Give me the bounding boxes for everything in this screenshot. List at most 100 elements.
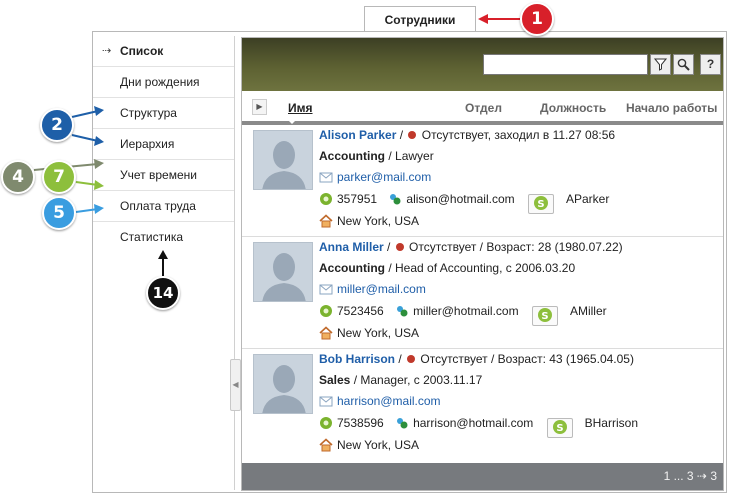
messenger-icon: [390, 194, 401, 205]
employee-location: New York, USA: [337, 214, 420, 228]
avatar: [253, 130, 313, 190]
envelope-icon: [319, 284, 333, 295]
employee-messenger: alison@hotmail.com: [406, 192, 515, 206]
phone-gear-icon: [320, 193, 332, 205]
sidebar-item-hierarchy[interactable]: Иерархия: [93, 129, 234, 160]
sidebar-item-birthdays[interactable]: Дни рождения: [93, 67, 234, 98]
employee-title-line: Bob Harrison / Отсутствует / Возраст: 43…: [319, 352, 634, 366]
table-header: ▶ Имя Отдел Должность Начало работы: [242, 91, 723, 125]
filter-button[interactable]: [650, 54, 671, 75]
employee-name-link[interactable]: Alison Parker: [319, 128, 396, 142]
employee-role-line: Sales / Manager, с 2003.11.17: [319, 373, 482, 387]
skype-button[interactable]: S: [546, 418, 573, 438]
messenger-icon: [397, 418, 408, 429]
employee-email-line: parker@mail.com: [319, 170, 431, 184]
person-silhouette-icon: [262, 141, 306, 189]
callout-number: 14: [152, 284, 174, 302]
person-silhouette-icon: [262, 253, 306, 301]
sidebar-item-label: Оплата труда: [120, 199, 196, 213]
messenger-icon: [397, 306, 408, 317]
employee-position: Head of Accounting, с 2006.03.20: [395, 261, 576, 275]
employee-rows: Alison Parker / Отсутствует, заходил в 1…: [242, 125, 723, 461]
envelope-icon: [319, 396, 333, 407]
column-header-department[interactable]: Отдел: [465, 101, 502, 115]
help-button[interactable]: ?: [700, 54, 721, 75]
column-header-name[interactable]: Имя: [288, 101, 313, 115]
table-row: Alison Parker / Отсутствует, заходил в 1…: [242, 125, 723, 237]
search-input[interactable]: [483, 54, 648, 75]
callout-badge-4: 4: [1, 160, 35, 194]
employee-contacts-line: 7538596 harrison@hotmail.com S BHarrison: [319, 416, 638, 438]
skype-button[interactable]: S: [527, 194, 554, 214]
employee-location-line: New York, USA: [319, 438, 419, 452]
callout-badge-14: 14: [146, 276, 180, 310]
sidebar-item-label: Список: [120, 44, 164, 58]
callout-badge-5: 5: [42, 196, 76, 230]
employee-role-line: Accounting / Head of Accounting, с 2006.…: [319, 261, 575, 275]
callout-arrow-1: [478, 14, 520, 24]
home-icon: [319, 214, 333, 228]
pagination-links[interactable]: 1 ... 3 ⇢ 3: [664, 469, 717, 483]
separator: /: [399, 128, 407, 142]
skype-icon: S: [552, 420, 567, 434]
sidebar-item-list[interactable]: ⇢ Список: [93, 36, 234, 67]
employee-name-link[interactable]: Anna Miller: [319, 240, 384, 254]
collapse-sidebar-handle[interactable]: ◀: [230, 359, 241, 411]
employee-status: Отсутствует / Возраст: 28 (1980.07.22): [409, 240, 623, 254]
skype-icon: S: [533, 196, 548, 210]
avatar: [253, 354, 313, 414]
sidebar-item-structure[interactable]: Структура: [93, 98, 234, 129]
column-header-position[interactable]: Должность: [540, 101, 606, 115]
search-button[interactable]: [673, 54, 694, 75]
filter-icon: [653, 58, 668, 71]
employee-skype: AParker: [565, 192, 610, 206]
employee-contacts-line: 357951 alison@hotmail.com S AParker: [319, 192, 609, 214]
svg-text:S: S: [556, 423, 563, 434]
employee-status: Отсутствует, заходил в 11.27 08:56: [421, 128, 616, 142]
sidebar-item-label: Учет времени: [120, 168, 197, 182]
employee-email-link[interactable]: miller@mail.com: [337, 282, 426, 296]
employee-phone: 7523456: [337, 304, 384, 318]
employee-position: Lawyer: [395, 149, 434, 163]
employee-skype: BHarrison: [584, 416, 638, 430]
sidebar-item-label: Дни рождения: [120, 75, 200, 89]
employee-location-line: New York, USA: [319, 214, 419, 228]
employee-messenger: miller@hotmail.com: [413, 304, 519, 318]
employee-department: Accounting: [319, 149, 385, 163]
employee-title-line: Alison Parker / Отсутствует, заходил в 1…: [319, 128, 615, 142]
pagination-bar: 1 ... 3 ⇢ 3: [242, 463, 723, 490]
employee-contacts-line: 7523456 miller@hotmail.com S AMiller: [319, 304, 607, 326]
sidebar-divider: [234, 36, 235, 490]
tab-employees[interactable]: Сотрудники: [364, 6, 476, 32]
employee-email-link[interactable]: harrison@mail.com: [337, 394, 441, 408]
employee-position: Manager, с 2003.11.17: [360, 373, 483, 387]
phone-gear-icon: [320, 417, 332, 429]
employee-name-link[interactable]: Bob Harrison: [319, 352, 395, 366]
sidebar-item-statistics[interactable]: Статистика: [93, 222, 234, 253]
svg-text:S: S: [541, 311, 548, 322]
employee-email-line: miller@mail.com: [319, 282, 426, 296]
separator: /: [388, 261, 396, 275]
callout-number: 4: [12, 167, 24, 187]
callout-number: 7: [53, 167, 65, 187]
home-icon: [319, 438, 333, 452]
status-dot-icon: [408, 131, 417, 139]
expand-icon[interactable]: ▶: [252, 99, 267, 115]
employee-department: Sales: [319, 373, 351, 387]
employee-title-line: Anna Miller / Отсутствует / Возраст: 28 …: [319, 240, 623, 254]
magnifier-icon: [677, 58, 690, 71]
sidebar-item-label: Статистика: [120, 230, 184, 244]
employee-skype: AMiller: [569, 304, 607, 318]
callout-number: 1: [531, 9, 543, 29]
sidebar-item-label: Иерархия: [120, 137, 175, 151]
status-dot-icon: [407, 355, 416, 363]
sidebar: ⇢ Список Дни рождения Структура Иерархия…: [93, 36, 234, 253]
employee-email-link[interactable]: parker@mail.com: [337, 170, 431, 184]
status-dot-icon: [395, 243, 404, 251]
employee-location: New York, USA: [337, 326, 420, 340]
employee-department: Accounting: [319, 261, 385, 275]
sidebar-item-time-tracking[interactable]: Учет времени: [93, 160, 234, 191]
sidebar-item-payroll[interactable]: Оплата труда: [93, 191, 234, 222]
skype-button[interactable]: S: [531, 306, 558, 326]
column-header-start-date[interactable]: Начало работы: [626, 101, 717, 115]
